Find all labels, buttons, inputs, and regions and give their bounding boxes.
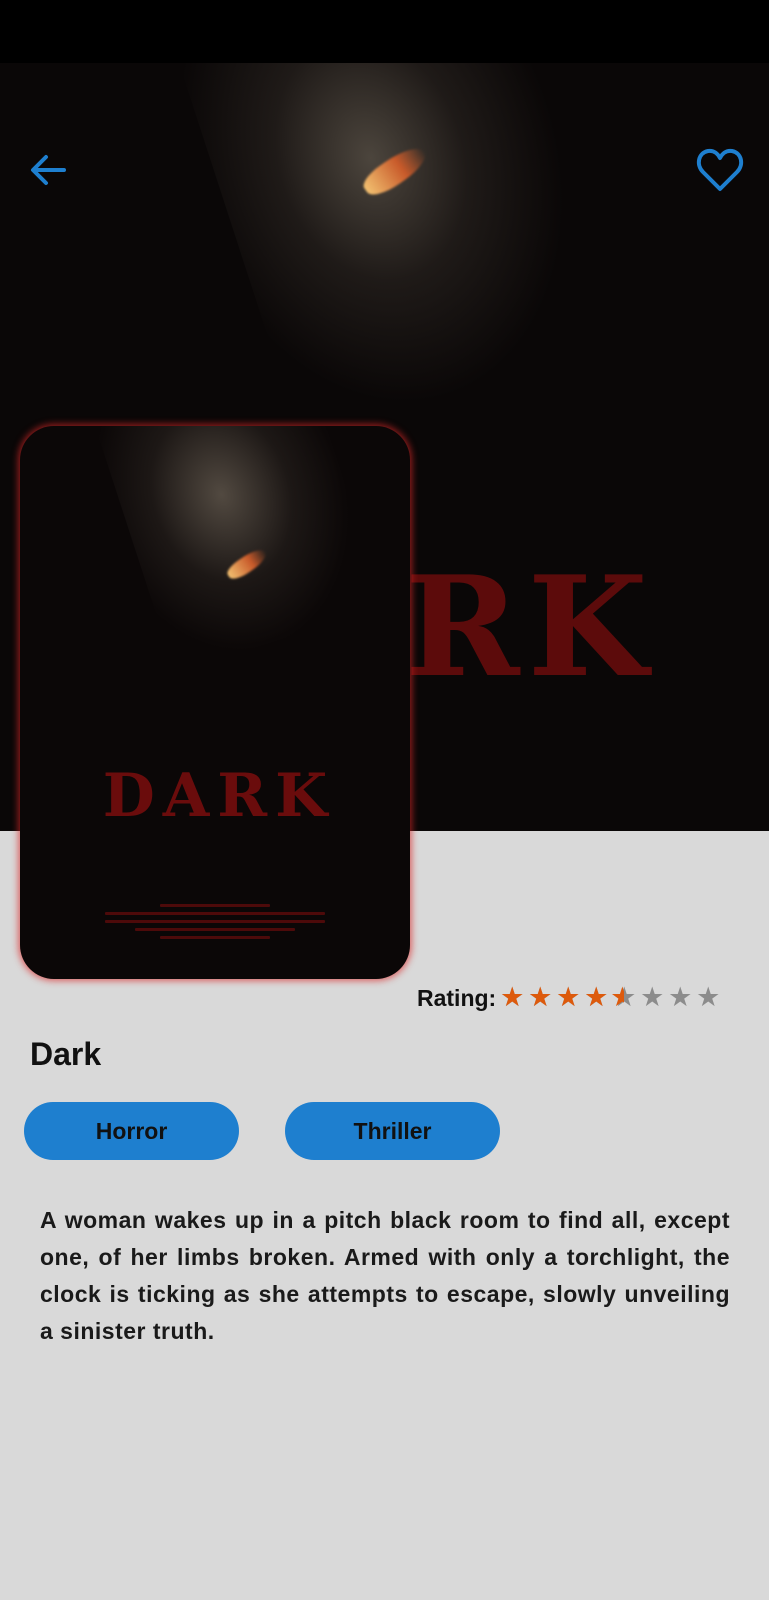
- movie-detail-screen: RK DARK Rating: ★ ★ ★ ★ ★ ★ ★ ★ ★ ★ ★ ★ ★ Dark Horro…: [0, 0, 769, 1600]
- star-icon: ★: [696, 982, 721, 1013]
- rating: Rating: ★ ★ ★ ★ ★ ★ ★ ★ ★ ★ ★ ★ ★: [417, 983, 722, 1013]
- star-icon: ★: [668, 982, 693, 1013]
- star-icon: ★: [640, 982, 665, 1013]
- poster-light: [95, 426, 385, 674]
- star-icon: ★ ★: [500, 982, 525, 1013]
- star-icon: ★ ★: [610, 982, 637, 1013]
- genre-chip-horror[interactable]: Horror: [24, 1102, 239, 1160]
- movie-description: A woman wakes up in a pitch black room t…: [40, 1207, 730, 1344]
- favorite-button[interactable]: [692, 142, 748, 198]
- star-fill: ★: [610, 984, 625, 1012]
- star-fill: ★: [556, 984, 581, 1012]
- back-button[interactable]: [20, 142, 76, 198]
- rating-label: Rating:: [417, 984, 497, 1011]
- heart-outline-icon: [696, 148, 744, 191]
- backdrop-title-art: RK: [405, 545, 656, 708]
- movie-poster: DARK: [20, 426, 410, 979]
- arrow-left-icon: [31, 155, 66, 185]
- status-bar: [0, 0, 769, 63]
- backdrop-light: [173, 63, 627, 446]
- star-icon: ★ ★: [556, 982, 581, 1013]
- star-fill: ★: [528, 984, 553, 1012]
- star-fill: ★: [500, 984, 525, 1012]
- poster-title-art: DARK: [102, 761, 336, 831]
- star-icon: ★ ★: [584, 982, 609, 1013]
- star-fill: ★: [584, 984, 609, 1012]
- genre-chip-thriller[interactable]: Thriller: [285, 1102, 500, 1160]
- rating-stars: ★ ★ ★ ★ ★ ★ ★ ★ ★ ★ ★ ★ ★: [498, 984, 722, 1012]
- poster-credits: [90, 904, 340, 939]
- star-icon: ★ ★: [528, 982, 553, 1013]
- movie-title: Dark: [30, 1036, 102, 1072]
